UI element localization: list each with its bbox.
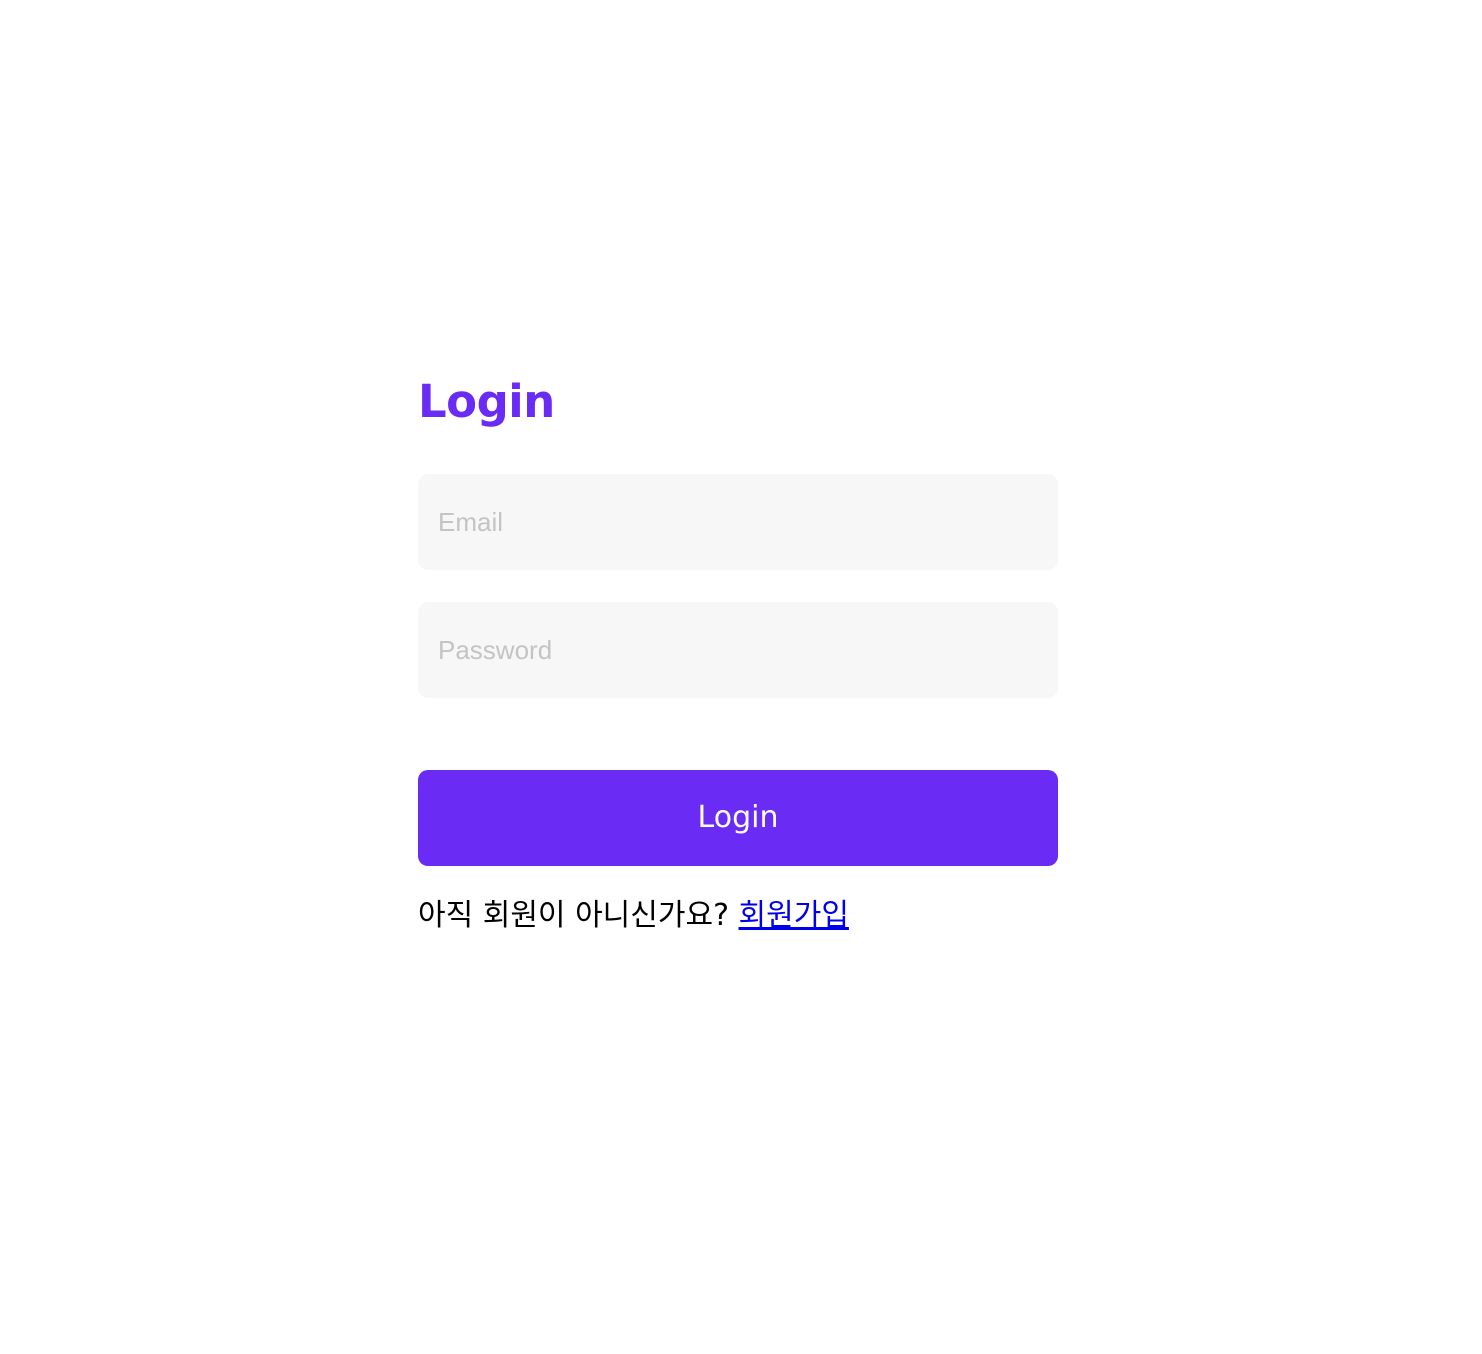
signup-prompt: 아직 회원이 아니신가요? [418, 898, 739, 933]
signup-row: 아직 회원이 아니신가요? 회원가입 [418, 896, 1058, 936]
password-input[interactable] [418, 602, 1058, 698]
login-form: Login Login 아직 회원이 아니신가요? 회원가입 [418, 372, 1058, 936]
signup-link[interactable]: 회원가입 [739, 898, 849, 933]
login-button[interactable]: Login [418, 770, 1058, 866]
page-title: Login [418, 375, 555, 428]
email-input[interactable] [418, 474, 1058, 570]
